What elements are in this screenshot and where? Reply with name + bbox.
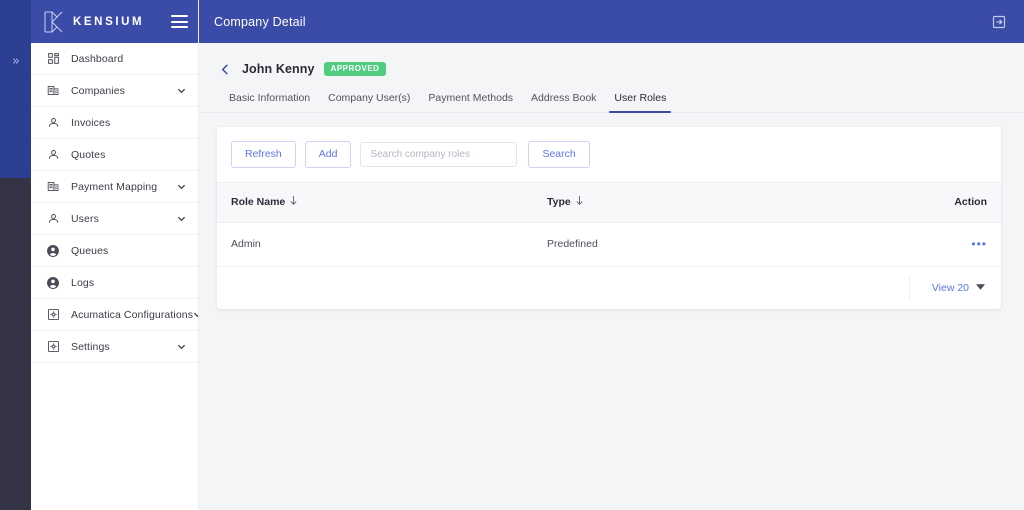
rail-top-section [0,0,31,178]
chevron-down-icon[interactable] [976,283,985,292]
logout-exit-icon[interactable] [991,14,1007,30]
sidebar-item-label: Users [71,212,99,225]
brand-header: KENSIUM [31,0,198,43]
sidebar-item-acumatica-configurations[interactable]: Acumatica Configurations [31,299,198,331]
sidebar-item-label: Dashboard [71,52,124,65]
companies-building-icon [45,83,61,99]
sidebar-item-label: Settings [71,340,110,353]
tab-payment-methods[interactable]: Payment Methods [419,92,522,112]
tab-company-users[interactable]: Company User(s) [319,92,419,112]
status-badge: APPROVED [323,62,387,76]
top-bar: Company Detail [199,0,1024,43]
sidebar-item-companies[interactable]: Companies [31,75,198,107]
table-row[interactable]: Admin Predefined ••• [217,222,1001,267]
tab-basic-information[interactable]: Basic Information [220,92,319,112]
collapsed-rail: » [0,0,31,510]
sidebar-item-settings[interactable]: Settings [31,331,198,363]
content-area: John Kenny APPROVED Basic Information Co… [199,43,1024,510]
sidebar-item-dashboard[interactable]: Dashboard [31,43,198,75]
user-icon [45,211,61,227]
user-icon [45,147,61,163]
chevron-down-icon[interactable] [177,214,187,223]
chevrons-right-icon[interactable]: » [0,55,31,69]
more-options-icon[interactable]: ••• [971,238,987,250]
cell-action: ••• [867,222,1001,267]
sort-down-arrow-icon[interactable] [575,195,584,209]
app-root: » KENSIUM Dashboard Companies Invoices Q… [0,0,1024,510]
sidebar-item-label: Acumatica Configurations [71,308,194,321]
roles-table: Role Name Type Action Admin Predefined •… [217,181,1001,267]
search-button[interactable]: Search [528,141,590,168]
sidebar-item-label: Payment Mapping [71,180,158,193]
sidebar-item-quotes[interactable]: Quotes [31,139,198,171]
column-label: Type [547,196,571,208]
brand-name: KENSIUM [73,15,145,28]
chevron-down-icon[interactable] [193,310,198,319]
sidebar-item-label: Companies [71,84,126,97]
chevron-left-icon[interactable] [219,62,233,76]
page-size-label: View 20 [931,281,969,294]
hamburger-menu-icon[interactable] [171,15,188,28]
sidebar-item-label: Queues [71,244,109,257]
sidebar-item-logs[interactable]: Logs [31,267,198,299]
page-size-selector[interactable]: View 20 [932,282,985,294]
page-title-header: Company Detail [214,14,306,29]
account-circle-icon [45,275,61,291]
settings-square-icon [45,307,61,323]
chevron-down-icon[interactable] [177,342,187,351]
sidebar-item-label: Quotes [71,148,106,161]
table-header-row: Role Name Type Action [217,181,1001,223]
chevron-down-icon[interactable] [177,182,187,191]
column-header-type[interactable]: Type [547,181,867,223]
main-area: Company Detail John Kenny APPROVED Basic… [199,0,1024,510]
sidebar-nav: Dashboard Companies Invoices Quotes Paym… [31,43,198,510]
sort-down-arrow-icon[interactable] [289,195,298,209]
sidebar-item-label: Invoices [71,116,111,129]
sidebar: KENSIUM Dashboard Companies Invoices Quo… [31,0,199,510]
column-label: Role Name [231,196,286,208]
page-header: John Kenny APPROVED [199,43,1024,81]
page-title: John Kenny [242,62,315,76]
companies-building-icon [45,179,61,195]
cell-type: Predefined [547,222,867,267]
table-footer: View 20 [217,267,1001,309]
chevron-down-icon[interactable] [177,86,187,95]
cell-role-name: Admin [217,222,547,267]
table-header: Role Name Type Action [217,181,1001,223]
column-label: Action [954,196,987,208]
user-icon [45,115,61,131]
footer-divider [908,275,910,300]
add-button[interactable]: Add [304,141,352,168]
dashboard-grid-icon [45,51,61,67]
table-toolbar: Refresh Add Search [217,127,1001,182]
sidebar-item-users[interactable]: Users [31,203,198,235]
tab-user-roles[interactable]: User Roles [605,92,675,113]
sidebar-item-payment-mapping[interactable]: Payment Mapping [31,171,198,203]
search-input[interactable] [360,141,518,167]
sidebar-item-label: Logs [71,276,95,289]
user-roles-card: Refresh Add Search Role Name [217,127,1001,309]
refresh-button[interactable]: Refresh [231,141,296,168]
kensium-k-logo [43,10,65,34]
settings-square-icon [45,339,61,355]
column-header-role-name[interactable]: Role Name [217,181,547,223]
account-circle-icon [45,243,61,259]
tab-address-book[interactable]: Address Book [522,92,605,112]
sidebar-item-invoices[interactable]: Invoices [31,107,198,139]
table-body: Admin Predefined ••• [217,222,1001,267]
tab-bar: Basic Information Company User(s) Paymen… [199,81,1024,113]
column-header-action: Action [867,181,1001,223]
sidebar-item-queues[interactable]: Queues [31,235,198,267]
